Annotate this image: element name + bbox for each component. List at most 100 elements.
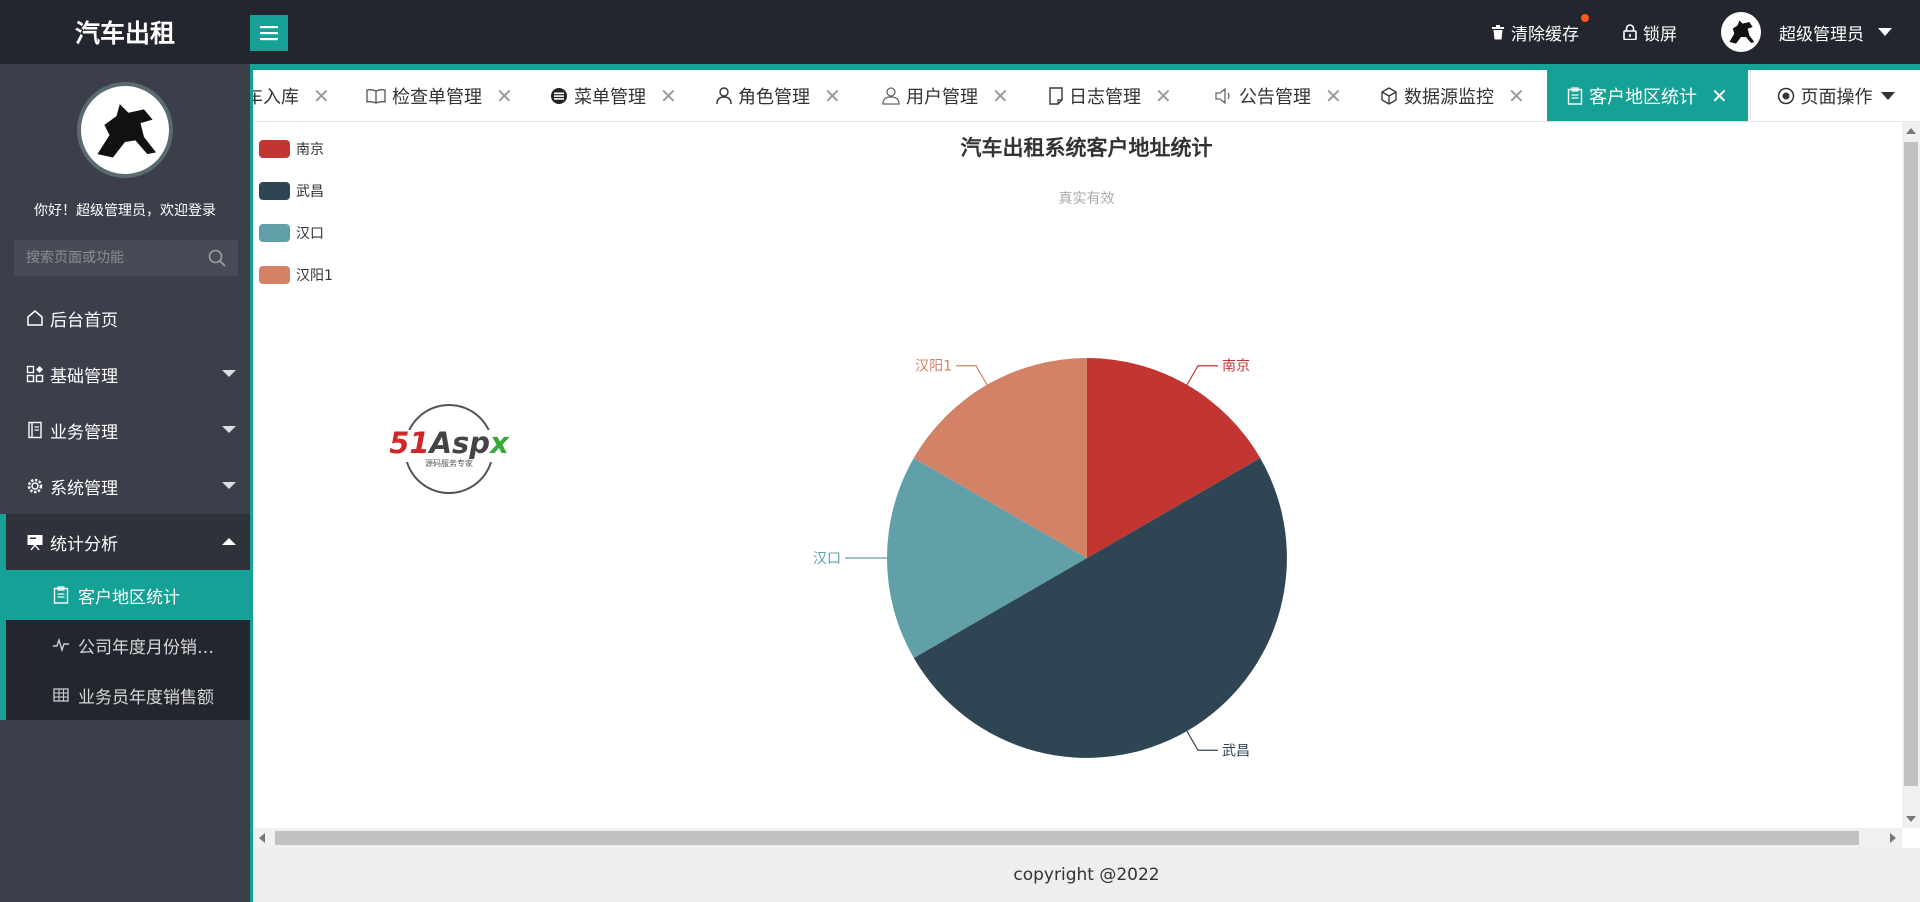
top-header: 汽车出租 清除缓存 锁屏 超级管理员: [0, 0, 1920, 64]
pie-label-line-1: [1186, 730, 1218, 751]
sidebar-subitem-salesman-sales[interactable]: 业务员年度销售额: [6, 670, 250, 720]
notification-dot: [1581, 13, 1589, 22]
cube-icon: [1380, 87, 1398, 105]
user-name: 超级管理员: [1779, 24, 1864, 45]
sidebar-item-business[interactable]: 业务管理: [0, 402, 250, 458]
tab-log[interactable]: 日志管理 ✕: [1049, 70, 1172, 121]
sidebar: 你好！超级管理员，欢迎登录 后台首页 基础管理 业务管理 系统管理 统计分析: [0, 64, 250, 902]
chevron-down-icon: [222, 482, 236, 489]
pie-label-1: 武昌: [1222, 743, 1250, 759]
close-icon[interactable]: ✕: [1155, 84, 1172, 108]
chevron-up-icon: [222, 538, 236, 545]
tab-datasource[interactable]: 数据源监控 ✕: [1380, 70, 1525, 121]
user-menu[interactable]: 超级管理员: [1699, 12, 1920, 52]
scroll-left-arrow[interactable]: [259, 833, 265, 843]
pie-label-0: 南京: [1222, 359, 1250, 375]
chevron-down-icon: [1878, 28, 1892, 36]
sidebar-avatar: [77, 82, 173, 178]
grid-icon: [24, 365, 46, 383]
presentation-icon: [24, 533, 46, 551]
tab-customer-region[interactable]: 客户地区统计 ✕: [1547, 70, 1748, 121]
user-avatar: [1721, 12, 1761, 52]
search-icon[interactable]: [208, 249, 226, 267]
clipboard-icon: [50, 586, 72, 604]
gear-icon: [24, 477, 46, 495]
tab-label: 角色管理: [738, 87, 810, 108]
close-icon[interactable]: ✕: [496, 84, 513, 108]
table-icon: [50, 688, 72, 702]
sidebar-subitem-monthly-sales[interactable]: 公司年度月份销…: [6, 620, 250, 670]
book-open-icon: [366, 88, 386, 104]
home-icon: [24, 309, 46, 327]
sidebar-item-label: 系统管理: [50, 478, 118, 499]
close-icon[interactable]: ✕: [1711, 84, 1728, 108]
pie-label-line-3: [956, 365, 988, 386]
lock-icon: [1623, 24, 1637, 40]
pie-label-3: 汉阳1: [915, 359, 952, 375]
tab-bar: 车入库 ✕ 检查单管理 ✕ 菜单管理 ✕ 角色管理 ✕ 用户管理 ✕ 日志管理 …: [253, 70, 1920, 122]
tab-label: 用户管理: [906, 87, 978, 108]
chevron-down-icon: [222, 370, 236, 377]
sidebar-subitem-label: 业务员年度销售额: [78, 687, 214, 708]
page-operations-dropdown[interactable]: 页面操作: [1750, 70, 1920, 121]
sidebar-submenu: 客户地区统计 公司年度月份销… 业务员年度销售额: [0, 570, 250, 720]
book-icon: [24, 421, 46, 439]
horse-logo-icon: [97, 104, 156, 158]
close-icon[interactable]: ✕: [992, 84, 1009, 108]
close-icon[interactable]: ✕: [1325, 84, 1342, 108]
horizontal-scrollbar[interactable]: [253, 828, 1902, 848]
sidebar-subitem-customer-region[interactable]: 客户地区统计: [0, 570, 250, 620]
clear-cache-button[interactable]: 清除缓存: [1469, 13, 1601, 45]
target-icon: [1777, 87, 1794, 105]
speaker-icon: [1215, 88, 1233, 104]
page-operations-label: 页面操作: [1800, 87, 1873, 108]
tab-label: 菜单管理: [574, 87, 646, 108]
sidebar-nav: 后台首页 基础管理 业务管理 系统管理 统计分析 客户地区统计 公司年度月份销……: [0, 290, 250, 720]
lock-screen-label: 锁屏: [1643, 24, 1677, 45]
user-icon: [882, 87, 900, 105]
vertical-scroll-thumb[interactable]: [1904, 142, 1918, 786]
pulse-icon: [50, 637, 72, 653]
sidebar-item-label: 统计分析: [50, 534, 118, 555]
scroll-right-arrow[interactable]: [1890, 833, 1896, 843]
welcome-text: 你好！超级管理员，欢迎登录: [34, 203, 216, 219]
sidebar-subitem-label: 客户地区统计: [78, 587, 180, 608]
sidebar-item-home[interactable]: 后台首页: [0, 290, 250, 346]
tab-label: 数据源监控: [1404, 87, 1494, 108]
pie-label-line-0: [1186, 365, 1218, 386]
menu-circle-icon: [550, 87, 568, 105]
menu-toggle-button[interactable]: [250, 15, 288, 51]
app-title: 汽车出租: [74, 19, 175, 48]
tab-car-storage[interactable]: 车入库 ✕: [253, 70, 330, 121]
close-icon[interactable]: ✕: [824, 84, 841, 108]
pie-label-2: 汉口: [813, 551, 841, 567]
tab-user[interactable]: 用户管理 ✕: [882, 70, 1009, 121]
sidebar-item-label: 基础管理: [50, 366, 118, 387]
footer: copyright @2022: [253, 848, 1920, 902]
chevron-down-icon: [1880, 92, 1895, 100]
close-icon[interactable]: ✕: [660, 84, 677, 108]
tab-notice[interactable]: 公告管理 ✕: [1215, 70, 1342, 121]
sidebar-item-basic[interactable]: 基础管理: [0, 346, 250, 402]
tab-label: 公告管理: [1239, 87, 1311, 108]
vertical-scrollbar[interactable]: [1902, 122, 1920, 828]
tab-role[interactable]: 角色管理 ✕: [716, 70, 841, 121]
sidebar-search[interactable]: [14, 240, 238, 276]
scroll-up-arrow[interactable]: [1906, 128, 1916, 134]
lock-screen-button[interactable]: 锁屏: [1601, 20, 1699, 45]
close-icon[interactable]: ✕: [313, 84, 330, 108]
sidebar-item-statistics[interactable]: 统计分析: [0, 514, 250, 570]
pie-chart: 南京武昌 汉口 汉阳1: [813, 358, 1287, 759]
close-icon[interactable]: ✕: [1508, 84, 1525, 108]
tab-menu[interactable]: 菜单管理 ✕: [550, 70, 677, 121]
scroll-down-arrow[interactable]: [1906, 816, 1916, 822]
clear-cache-label: 清除缓存: [1511, 24, 1579, 45]
search-input[interactable]: [26, 250, 208, 266]
tab-label: 客户地区统计: [1589, 87, 1697, 108]
sidebar-item-system[interactable]: 系统管理: [0, 458, 250, 514]
person-icon: [716, 87, 732, 105]
note-icon: [1049, 87, 1063, 105]
horizontal-scroll-thumb[interactable]: [275, 831, 1859, 845]
tab-inspection[interactable]: 检查单管理 ✕: [366, 70, 513, 121]
horse-logo-icon: [1729, 20, 1755, 44]
